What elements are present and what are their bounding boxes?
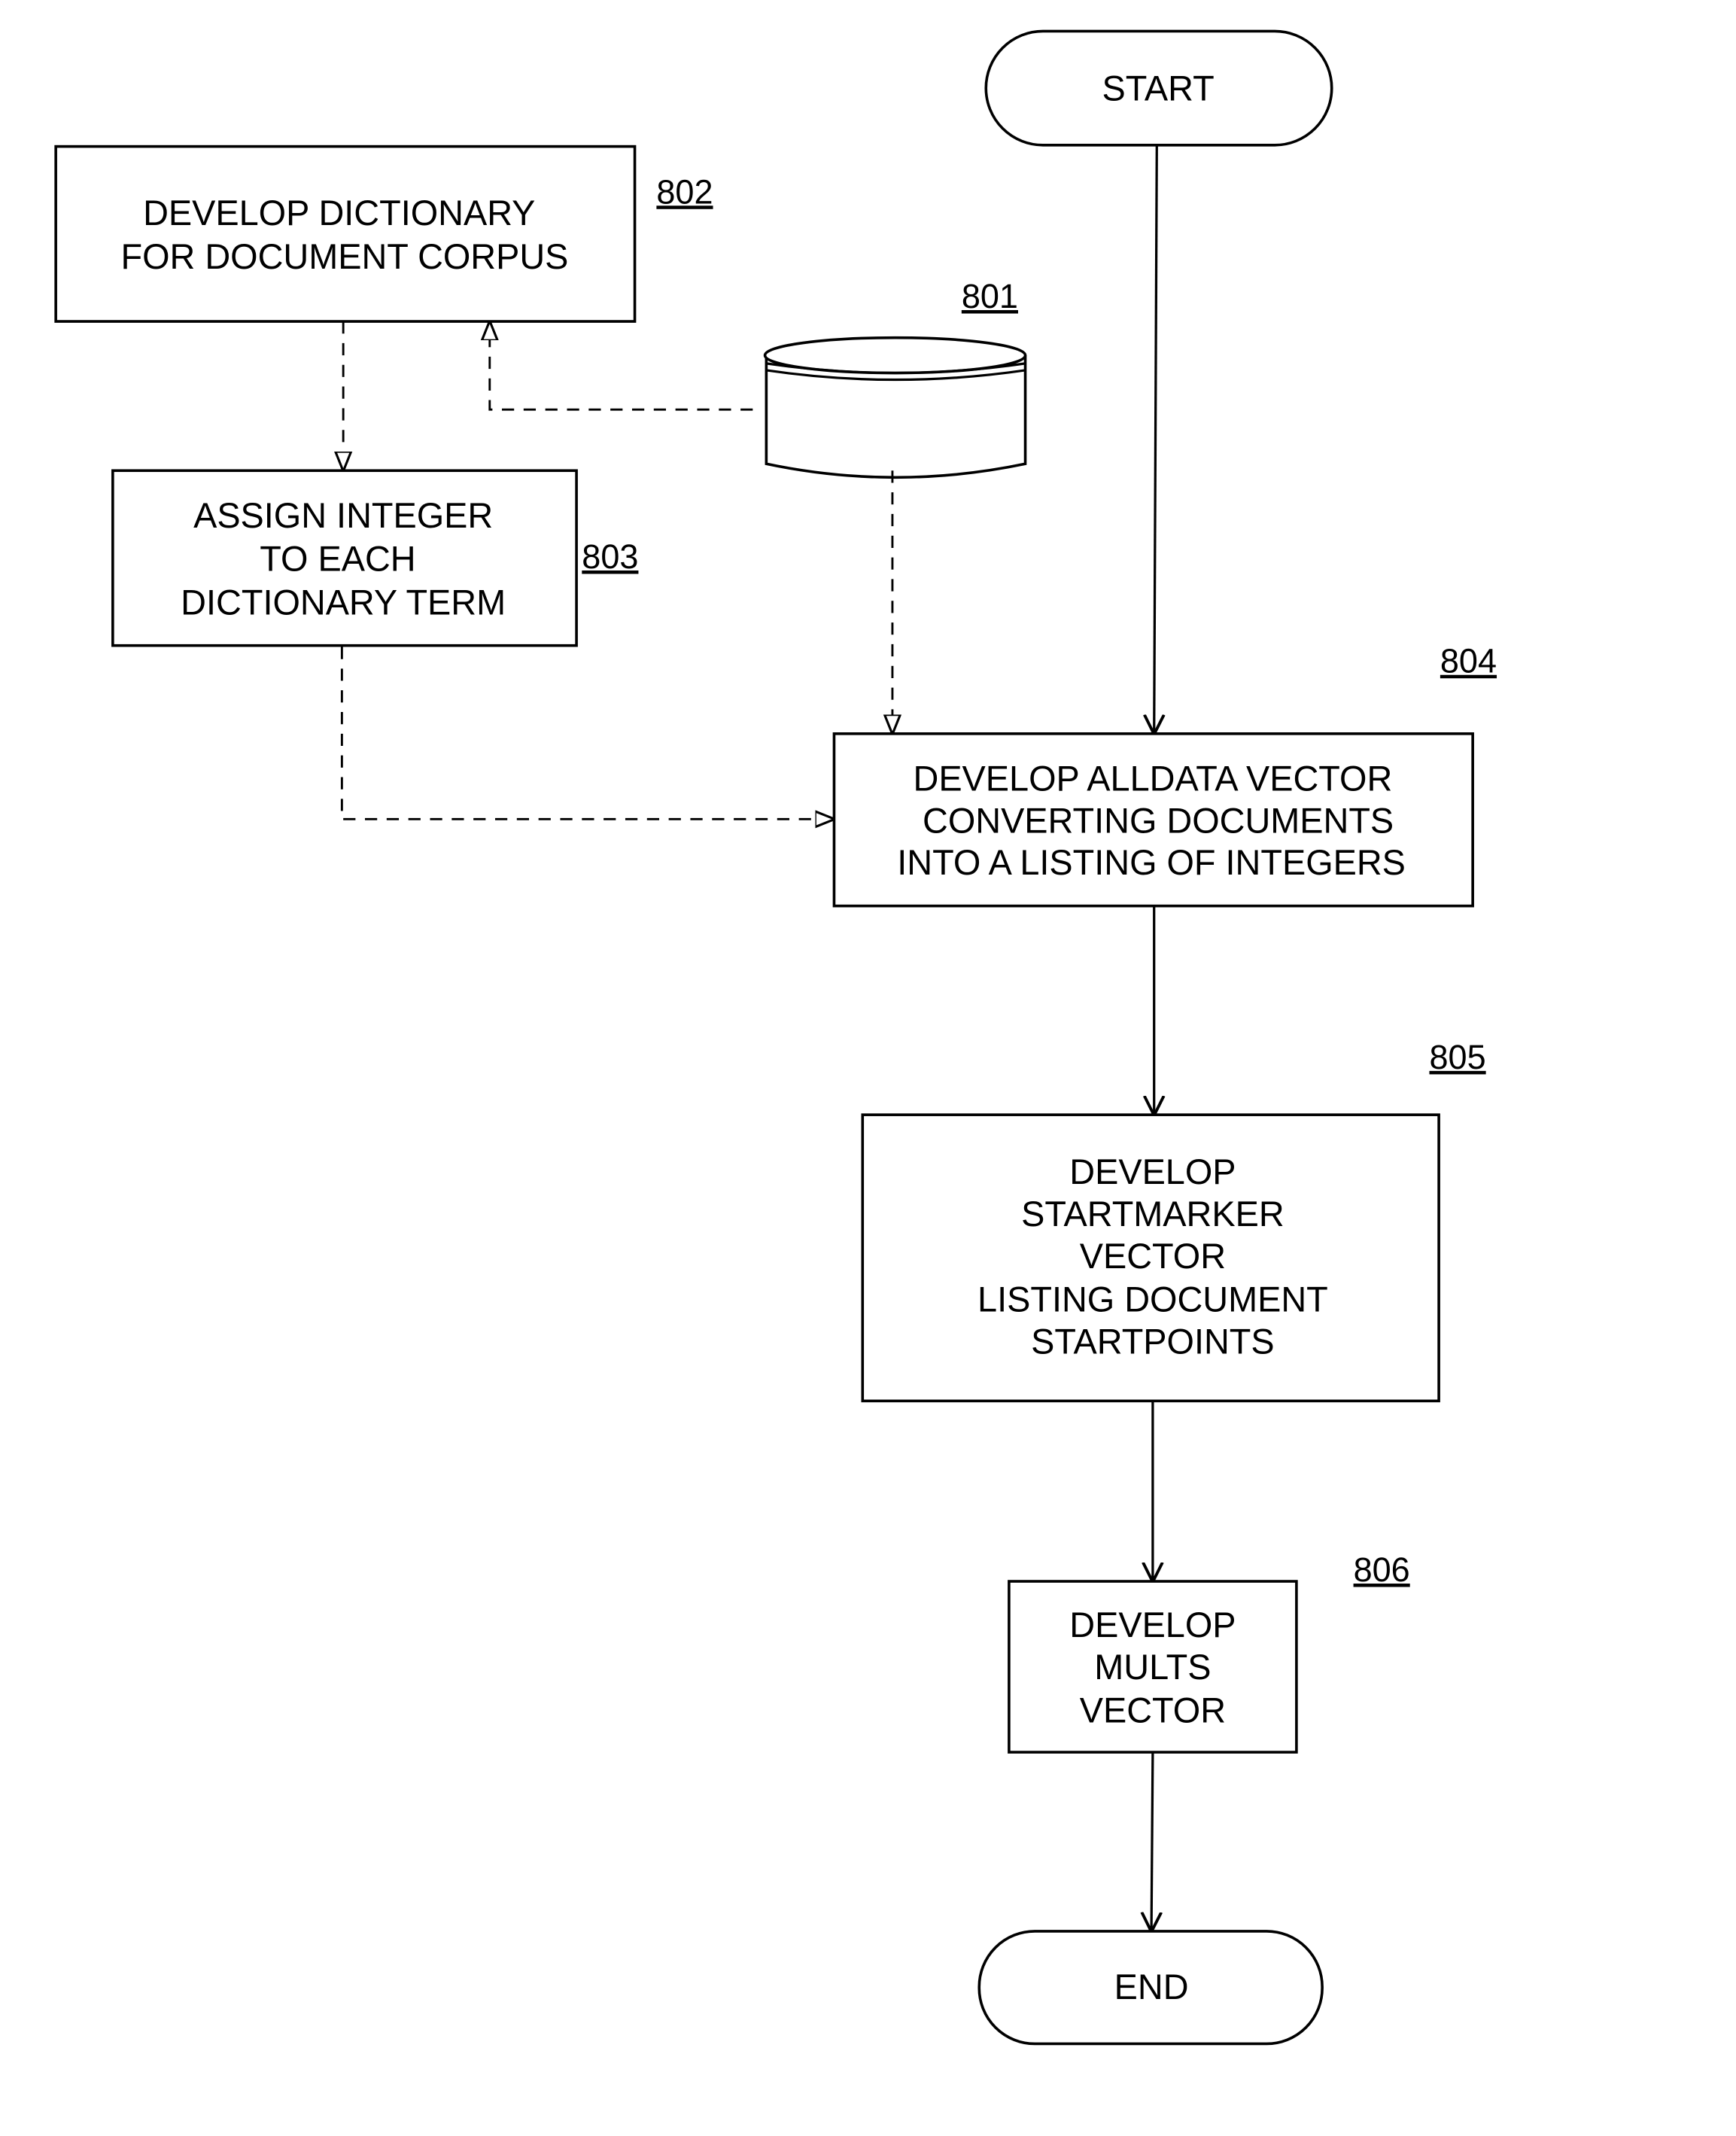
process-803: ASSIGN INTEGER TO EACH DICTIONARY TERM 8…	[111, 469, 638, 647]
process-805-line-2: STARTMARKER	[1021, 1194, 1285, 1234]
start-label: START	[1102, 68, 1215, 108]
ref-label-802: 802	[656, 172, 713, 211]
process-805-line-4: LISTING DOCUMENT	[977, 1279, 1328, 1319]
process-804-line-1: DEVELOP ALLDATA VECTOR	[914, 759, 1393, 799]
process-806: DEVELOP MULTS VECTOR 806	[1008, 1550, 1410, 1754]
process-806-line-3: VECTOR	[1080, 1690, 1226, 1730]
ref-label-805: 805	[1429, 1038, 1485, 1076]
process-802: DEVELOP DICTIONARY FOR DOCUMENT CORPUS 8…	[54, 145, 713, 323]
edge-803-to-804	[340, 647, 832, 820]
ref-label-804: 804	[1440, 642, 1497, 680]
process-803-line-2: TO EACH	[260, 540, 415, 579]
process-805-line-1: DEVELOP	[1069, 1152, 1236, 1191]
process-804-line-3: INTO A LISTING OF INTEGERS	[897, 843, 1406, 882]
process-805: DEVELOP STARTMARKER VECTOR LISTING DOCUM…	[861, 1038, 1486, 1403]
process-805-line-5: STARTPOINTS	[1031, 1322, 1275, 1361]
ref-label-803: 803	[582, 537, 638, 576]
end-label: END	[1114, 1967, 1189, 2007]
process-805-line-3: VECTOR	[1080, 1237, 1226, 1276]
edge-801-to-802	[490, 323, 753, 411]
start-terminator: START	[984, 29, 1333, 147]
process-803-line-1: ASSIGN INTEGER	[193, 496, 493, 535]
database-801: 801	[763, 277, 1027, 479]
edge-806-to-end	[1151, 1752, 1153, 1930]
process-804-line-2: CONVERTING DOCUMENTS	[923, 801, 1394, 840]
process-806-line-2: MULTS	[1094, 1648, 1211, 1687]
process-806-line-1: DEVELOP	[1069, 1605, 1236, 1645]
process-804: DEVELOP ALLDATA VECTOR CONVERTING DOCUME…	[832, 642, 1497, 908]
process-802-line-2: FOR DOCUMENT CORPUS	[121, 237, 569, 276]
flowchart: START DEVELOP DICTIONARY FOR DOCUMENT CO…	[54, 29, 1497, 2046]
process-803-line-3: DICTIONARY TERM	[181, 583, 506, 622]
end-terminator: END	[977, 1930, 1324, 2046]
process-802-line-1: DEVELOP DICTIONARY	[143, 193, 535, 233]
edge-start-to-804	[1154, 145, 1157, 732]
ref-label-806: 806	[1354, 1550, 1410, 1589]
ref-label-801: 801	[962, 277, 1018, 315]
